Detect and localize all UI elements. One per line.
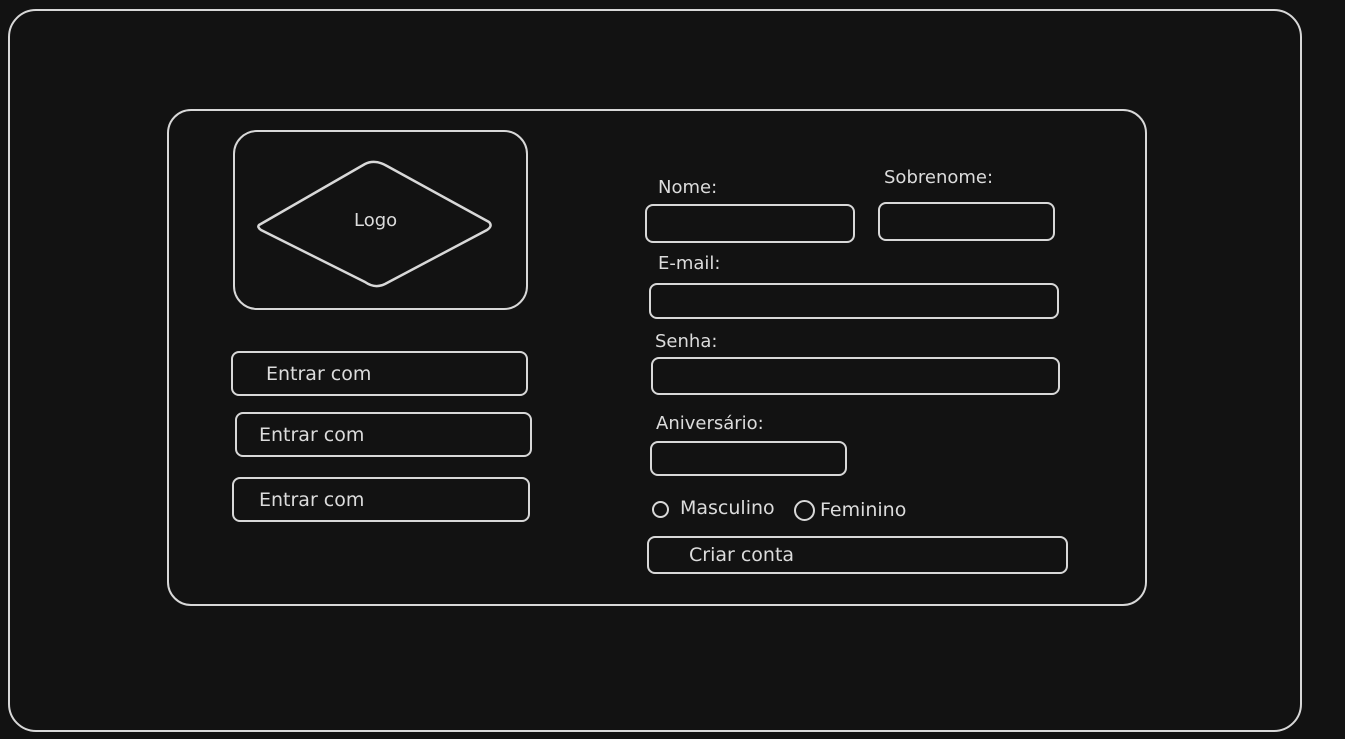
radio-feminino[interactable] (794, 500, 815, 521)
social-login-button-3[interactable]: Entrar com (232, 477, 530, 522)
social-login-label: Entrar com (266, 362, 372, 385)
first-name-field[interactable] (645, 204, 855, 243)
last-name-field[interactable] (878, 202, 1055, 241)
last-name-label: Sobrenome: (884, 167, 994, 188)
create-account-label: Criar conta (689, 544, 795, 566)
create-account-button[interactable]: Criar conta (647, 536, 1068, 574)
logo-label: Logo (354, 210, 398, 231)
password-label: Senha: (655, 331, 718, 352)
radio-masculino[interactable] (652, 501, 669, 518)
social-login-button-2[interactable]: Entrar com (235, 412, 532, 457)
birthday-field[interactable] (650, 441, 847, 476)
social-login-button-1[interactable]: Entrar com (231, 351, 528, 396)
radio-label-masculino: Masculino (680, 497, 775, 519)
password-field[interactable] (651, 357, 1060, 395)
social-login-label: Entrar com (259, 488, 365, 511)
email-label: E-mail: (658, 253, 721, 274)
birthday-label: Aniversário: (656, 413, 764, 434)
social-login-label: Entrar com (259, 423, 365, 446)
first-name-label: Nome: (658, 177, 718, 198)
email-field[interactable] (649, 283, 1059, 319)
radio-label-feminino: Feminino (820, 499, 907, 521)
